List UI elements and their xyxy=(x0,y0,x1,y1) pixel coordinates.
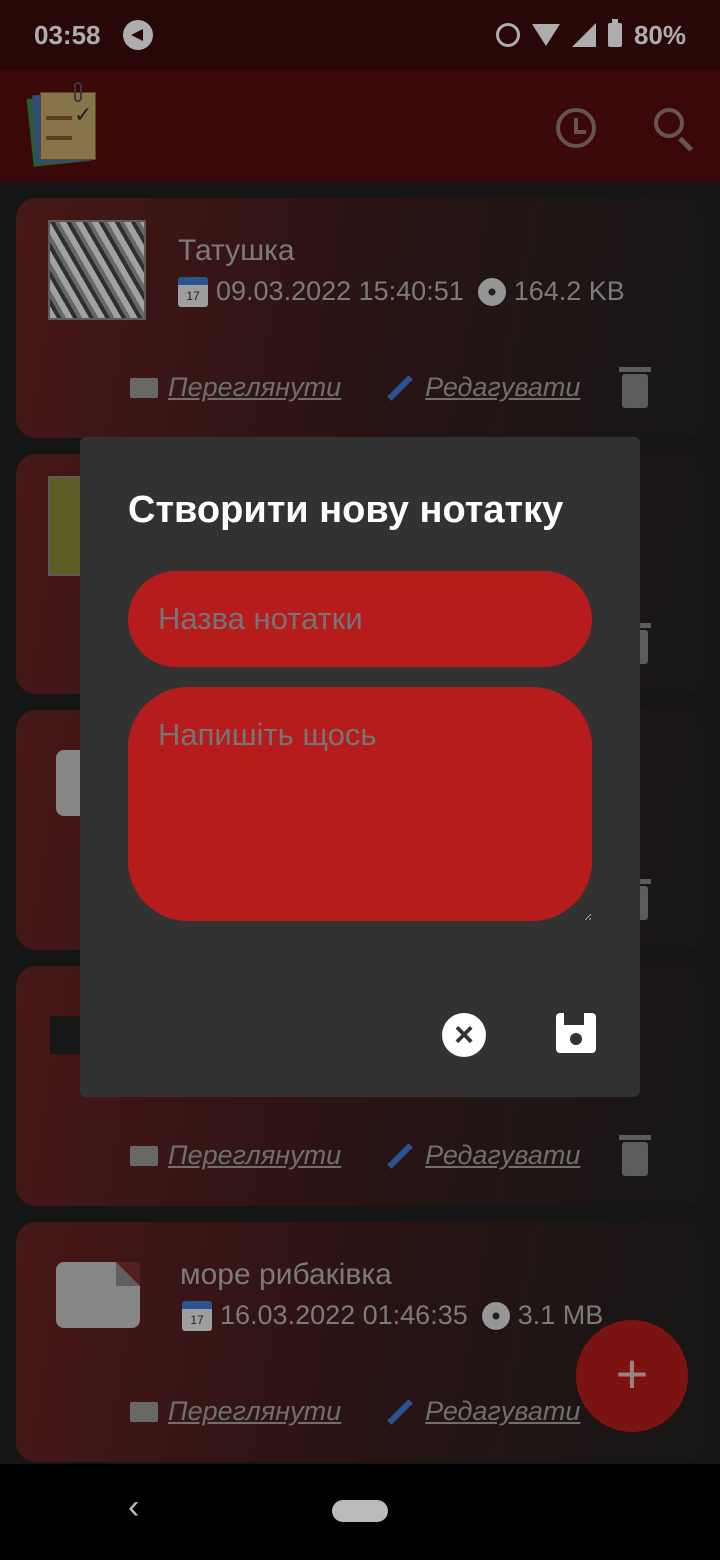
cancel-icon[interactable]: × xyxy=(442,1013,486,1057)
create-note-dialog: Створити нову нотатку × xyxy=(80,437,640,1097)
save-icon[interactable] xyxy=(556,1013,596,1053)
back-icon[interactable]: ‹ xyxy=(128,1488,139,1527)
note-body-input[interactable] xyxy=(128,687,592,921)
nav-bar: ‹ xyxy=(0,1464,720,1560)
home-pill-icon[interactable] xyxy=(332,1500,388,1522)
note-name-input[interactable] xyxy=(128,571,592,667)
dialog-title: Створити нову нотатку xyxy=(128,489,564,531)
